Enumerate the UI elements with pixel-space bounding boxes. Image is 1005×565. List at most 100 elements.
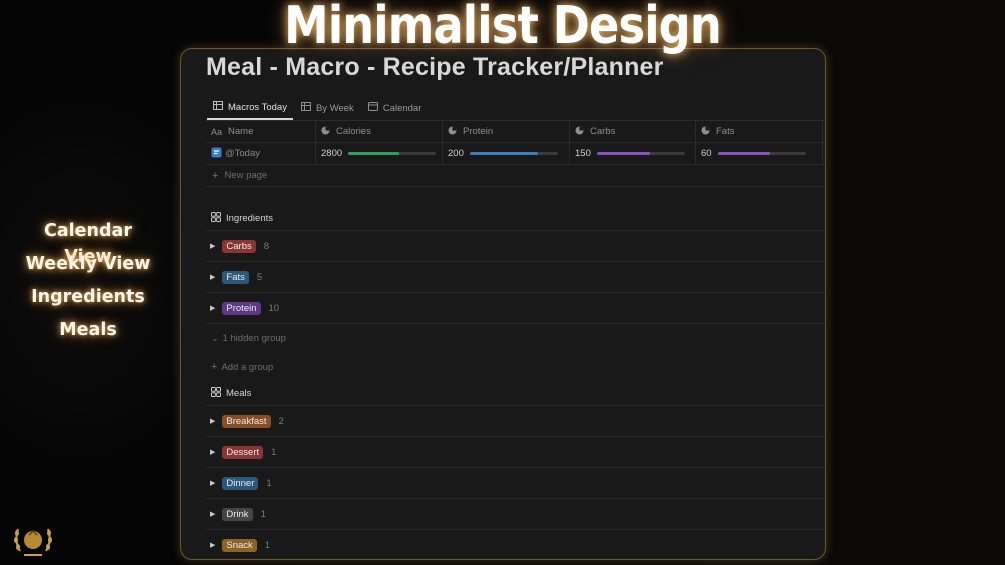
column-header-calories[interactable]: Calories: [316, 121, 443, 142]
section-label: Ingredients: [226, 213, 274, 224]
group-count: 10: [268, 302, 280, 314]
fats-cell[interactable]: 60: [696, 143, 823, 164]
calendar-icon: [367, 102, 383, 114]
divider: [206, 498, 825, 499]
rollup-icon: [321, 126, 330, 137]
table-icon: [213, 101, 228, 113]
add-group-button[interactable]: + Add a group: [211, 361, 273, 373]
feature-ingredients: Ingredients: [31, 287, 145, 307]
protein-cell[interactable]: 200: [443, 143, 570, 164]
rollup-icon: [701, 126, 710, 137]
section-label: Meals: [226, 388, 252, 399]
divider: [206, 292, 825, 293]
fats-progress-bar: [717, 152, 806, 155]
row-name: @Today: [225, 148, 260, 159]
today-page-icon: [211, 147, 222, 161]
calories-value: 2800: [321, 148, 343, 159]
protein-value: 200: [448, 148, 464, 159]
group-fats[interactable]: ▶ Fats 5: [210, 270, 262, 284]
group-dinner[interactable]: ▶ Dinner 1: [210, 476, 272, 490]
divider: [206, 436, 825, 437]
triangle-right-icon: ▶: [210, 511, 216, 518]
tab-macros-today[interactable]: Macros Today: [207, 96, 293, 120]
notion-page-panel: Meal - Macro - Recipe Tracker/Planner Ma…: [180, 48, 826, 560]
tab-by-week[interactable]: By Week: [295, 96, 360, 120]
carbs-value: 150: [575, 148, 591, 159]
group-drink[interactable]: ▶ Drink 1: [210, 507, 266, 521]
text-property-icon: Aa: [211, 126, 223, 137]
divider: [206, 467, 825, 468]
group-count: 2: [278, 415, 284, 427]
tab-calendar[interactable]: Calendar: [362, 96, 428, 120]
ingredients-section-title[interactable]: Ingredients: [211, 212, 273, 225]
plus-icon: +: [212, 169, 219, 182]
column-label: Protein: [463, 126, 494, 137]
carbs-progress-bar: [596, 152, 685, 155]
group-count: 1: [266, 477, 272, 489]
group-tag: Dessert: [222, 445, 264, 459]
table-row: @Today 2800 200 150 60: [206, 143, 825, 165]
hidden-groups-label: 1 hidden group: [222, 333, 286, 344]
column-header-carbs[interactable]: Carbs: [570, 121, 696, 142]
group-tag: Snack: [222, 538, 257, 552]
table-header-row: Aa Name Calories Protein Carbs Fats: [206, 121, 825, 143]
group-count: 1: [260, 508, 266, 520]
page-title: Meal - Macro - Recipe Tracker/Planner: [206, 53, 664, 81]
feature-meals: Meals: [59, 320, 117, 340]
group-carbs[interactable]: ▶ Carbs 8: [210, 239, 269, 253]
group-tag: Breakfast: [222, 414, 271, 428]
triangle-right-icon: ▶: [210, 542, 216, 549]
rollup-icon: [448, 126, 457, 137]
carbs-cell[interactable]: 150: [570, 143, 696, 164]
divider: [206, 230, 825, 231]
headline: Minimalist Design: [284, 0, 721, 56]
row-name-cell[interactable]: @Today: [206, 143, 316, 164]
new-page-label: New page: [224, 170, 268, 181]
triangle-right-icon: ▶: [210, 305, 216, 312]
add-group-label: Add a group: [221, 361, 274, 373]
group-tag: Fats: [222, 270, 249, 284]
chevron-down-icon: ⌄: [211, 333, 219, 343]
triangle-right-icon: ▶: [210, 480, 216, 487]
triangle-right-icon: ▶: [210, 243, 216, 250]
meals-section-title[interactable]: Meals: [211, 387, 251, 400]
group-snack[interactable]: ▶ Snack 1: [210, 538, 270, 552]
protein-progress-bar: [469, 152, 558, 155]
column-header-protein[interactable]: Protein: [443, 121, 570, 142]
calories-progress-bar: [348, 152, 437, 155]
view-tabs: Macros Today By Week Calendar: [207, 96, 429, 120]
macros-table: Aa Name Calories Protein Carbs Fats @Toda…: [206, 121, 825, 187]
board-icon: [211, 212, 226, 225]
feature-list: Calendar View Weekly View Ingredients Me…: [18, 218, 158, 350]
column-header-name[interactable]: Aa Name: [206, 121, 316, 142]
fats-value: 60: [701, 148, 712, 159]
group-tag: Protein: [222, 301, 261, 315]
hidden-groups-toggle[interactable]: ⌄ 1 hidden group: [211, 333, 286, 344]
group-protein[interactable]: ▶ Protein 10: [210, 301, 279, 315]
divider: [206, 323, 825, 324]
column-label: Calories: [336, 126, 371, 137]
group-tag: Drink: [222, 507, 253, 521]
group-tag: Carbs: [222, 239, 256, 253]
divider: [206, 261, 825, 262]
group-count: 1: [271, 446, 277, 458]
rollup-icon: [575, 126, 584, 137]
column-label: Name: [228, 126, 254, 137]
protein-progress-fill: [469, 152, 539, 155]
column-label: Fats: [716, 126, 735, 137]
fats-progress-fill: [717, 152, 771, 155]
divider: [206, 529, 825, 530]
column-header-fats[interactable]: Fats: [696, 121, 823, 142]
laurel-logo-icon: [12, 521, 54, 559]
tab-label: Macros Today: [228, 101, 287, 113]
calories-cell[interactable]: 2800: [316, 143, 443, 164]
group-breakfast[interactable]: ▶ Breakfast 2: [210, 414, 284, 428]
triangle-right-icon: ▶: [210, 418, 216, 425]
new-page-button[interactable]: + New page: [206, 165, 825, 187]
group-count: 5: [256, 271, 263, 283]
calories-progress-fill: [348, 152, 400, 155]
group-dessert[interactable]: ▶ Dessert 1: [210, 445, 276, 459]
tab-label: Calendar: [382, 102, 422, 114]
feature-weekly-view: Weekly View: [25, 254, 151, 274]
group-tag: Dinner: [222, 476, 259, 490]
